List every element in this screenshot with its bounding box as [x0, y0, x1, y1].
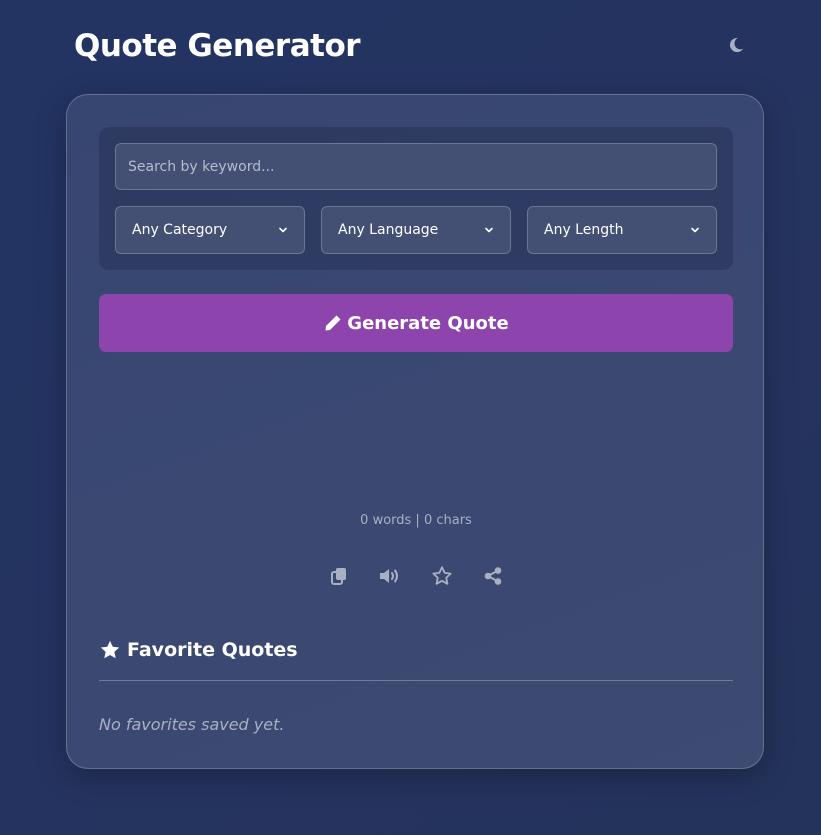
- favorite-button[interactable]: [429, 563, 455, 589]
- favorites-divider: [99, 680, 733, 681]
- favorites-heading-label: Favorite Quotes: [127, 639, 298, 661]
- length-select[interactable]: Any Length: [527, 206, 717, 254]
- length-select-value: Any Length: [544, 222, 624, 238]
- favorites-empty-message: No favorites saved yet.: [99, 715, 285, 734]
- category-select-value: Any Category: [132, 222, 228, 238]
- speak-button[interactable]: [377, 563, 403, 589]
- star-outline-icon: [432, 566, 452, 585]
- filter-panel: Any Category Any Language Any Length: [99, 127, 733, 270]
- chevron-down-icon: [279, 227, 287, 233]
- pencil-icon: [325, 315, 341, 331]
- quote-card: Any Category Any Language Any Length Gen…: [66, 94, 764, 769]
- language-select-value: Any Language: [338, 222, 439, 238]
- star-icon: [100, 640, 120, 659]
- copy-button[interactable]: [326, 563, 352, 589]
- search-input[interactable]: [115, 143, 717, 190]
- language-select[interactable]: Any Language: [321, 206, 511, 254]
- moon-icon: [729, 37, 744, 53]
- share-button[interactable]: [480, 563, 506, 589]
- share-icon: [484, 567, 502, 585]
- chevron-down-icon: [485, 227, 493, 233]
- theme-toggle-button[interactable]: [724, 33, 748, 57]
- chevron-down-icon: [691, 227, 699, 233]
- speaker-icon: [380, 569, 399, 583]
- app-title: Quote Generator: [74, 28, 361, 64]
- quote-actions: [326, 563, 506, 589]
- generate-quote-label: Generate Quote: [347, 312, 509, 334]
- generate-quote-button[interactable]: Generate Quote: [99, 294, 733, 352]
- copy-icon: [331, 568, 346, 585]
- favorites-heading: Favorite Quotes: [99, 639, 298, 661]
- quote-stats: 0 words | 0 chars: [360, 513, 472, 528]
- category-select[interactable]: Any Category: [115, 206, 305, 254]
